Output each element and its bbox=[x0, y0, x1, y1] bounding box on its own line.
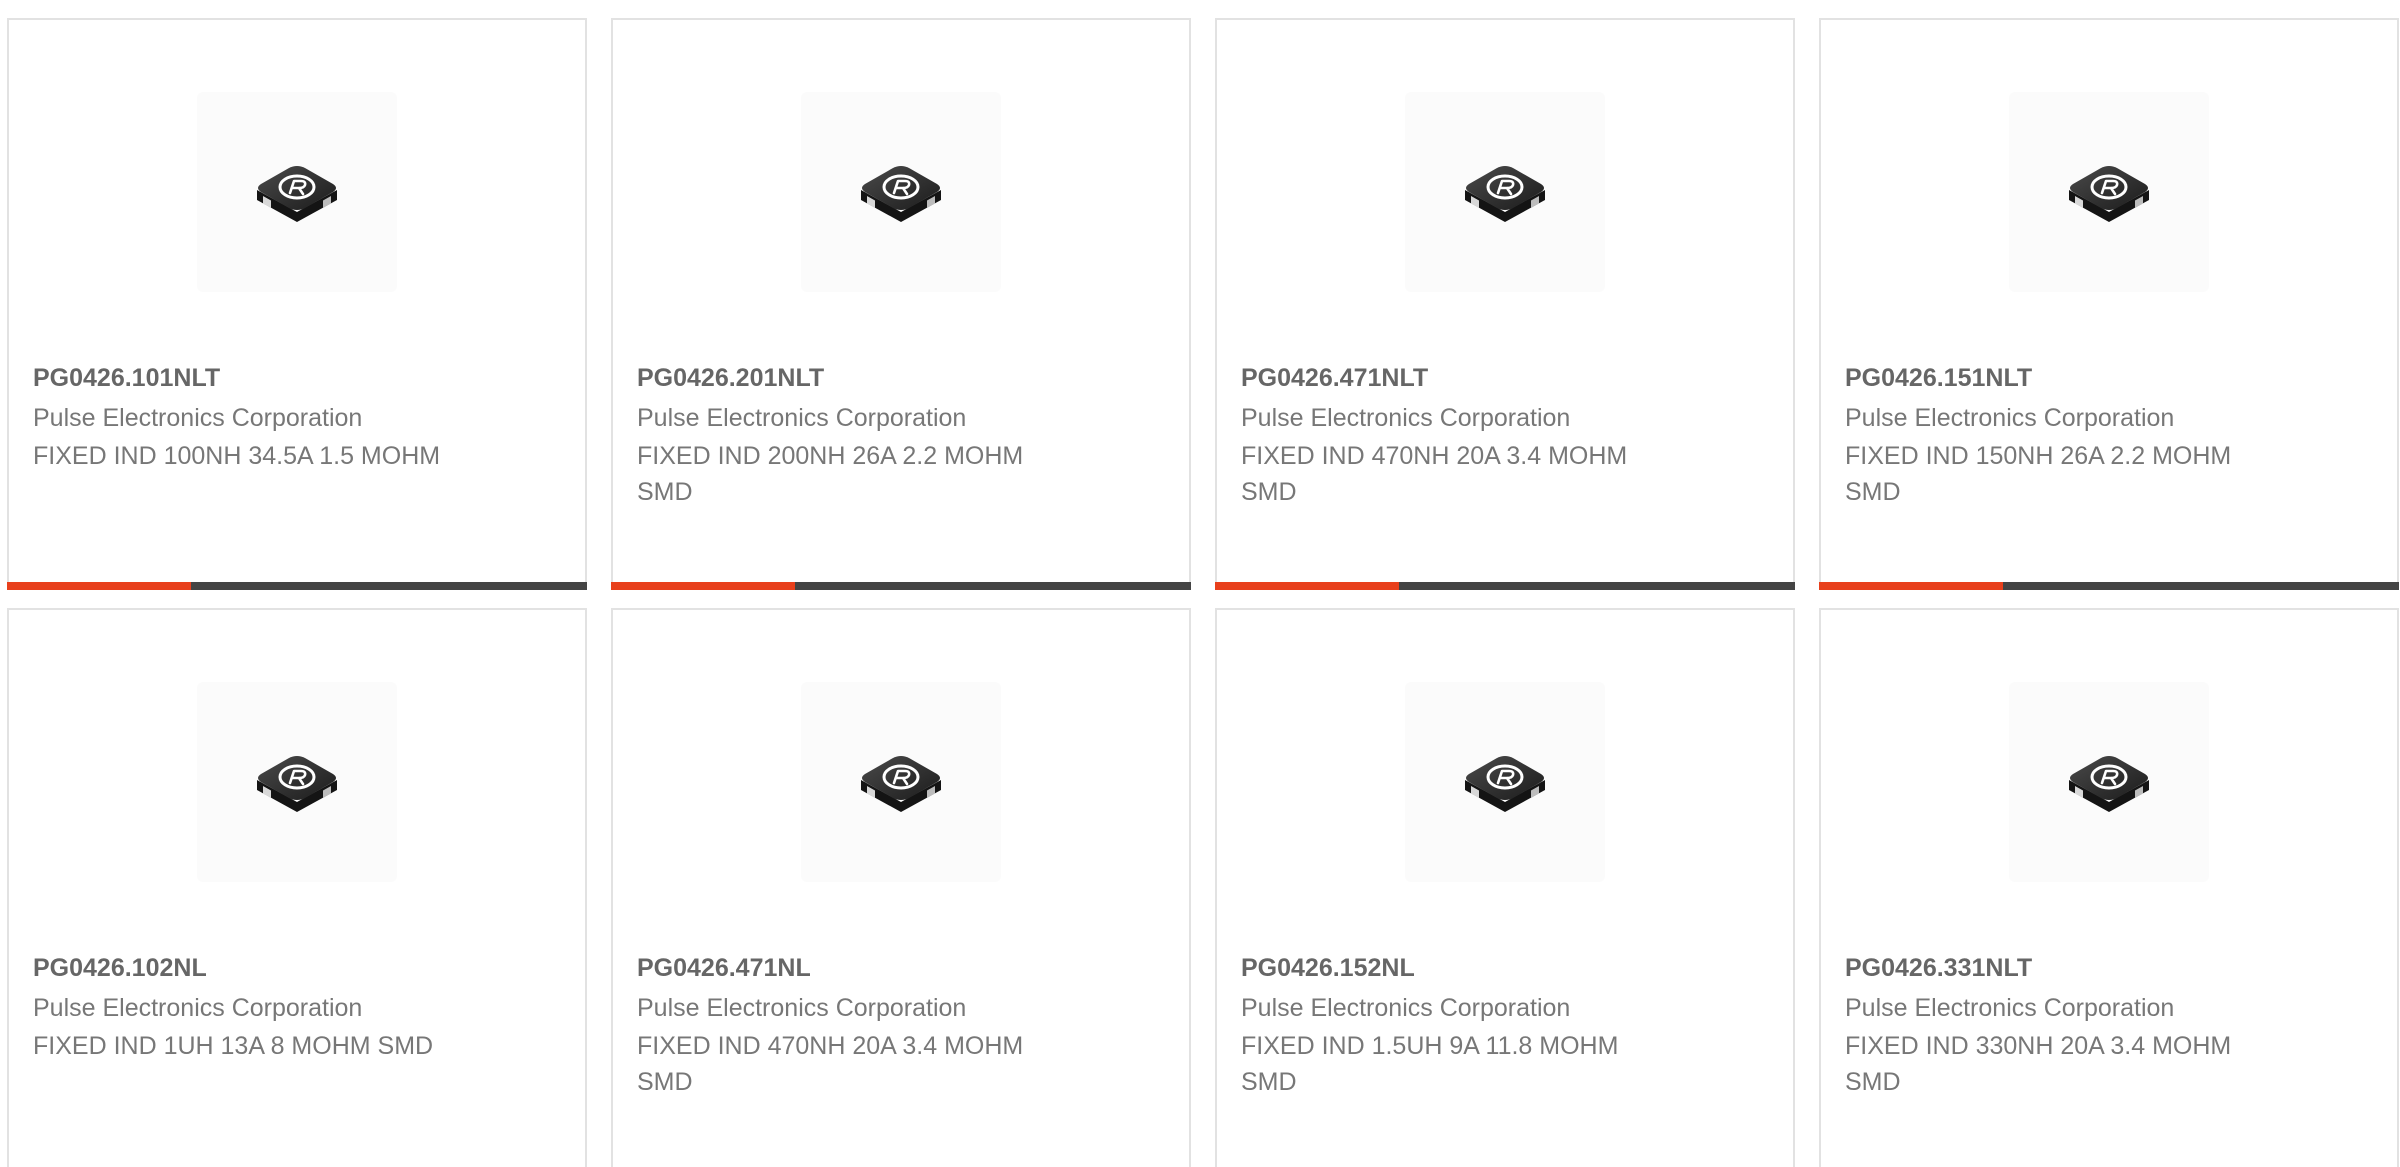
product-description: FIXED IND 1UH 13A 8 MOHM SMD bbox=[33, 1032, 434, 1060]
card-bottom-bar bbox=[1819, 582, 2399, 590]
product-description: FIXED IND 200NH 26A 2.2 MOHM SMD bbox=[637, 442, 1024, 506]
card-accent-bar bbox=[611, 582, 795, 590]
manufacturer-name: Pulse Electronics Corporation bbox=[1845, 404, 2175, 432]
part-number-link[interactable]: PG0426.152NL bbox=[1241, 952, 1415, 984]
inductor-image-icon bbox=[859, 164, 943, 224]
manufacturer-name: Pulse Electronics Corporation bbox=[33, 404, 363, 432]
product-image[interactable] bbox=[1405, 682, 1605, 882]
card-bottom-bar bbox=[611, 582, 1191, 590]
inductor-image-icon bbox=[1463, 164, 1547, 224]
product-image[interactable] bbox=[197, 92, 397, 292]
inductor-image-icon bbox=[255, 754, 339, 814]
product-card[interactable]: PG0426.152NL Pulse Electronics Corporati… bbox=[1215, 608, 1795, 1167]
inductor-image-icon bbox=[2067, 754, 2151, 814]
product-grid: PG0426.101NLT Pulse Electronics Corporat… bbox=[0, 0, 2400, 1167]
inductor-image-icon bbox=[2067, 164, 2151, 224]
product-image[interactable] bbox=[2009, 682, 2209, 882]
card-bottom-bar bbox=[1215, 582, 1795, 590]
manufacturer-name: Pulse Electronics Corporation bbox=[637, 994, 967, 1022]
product-image[interactable] bbox=[197, 682, 397, 882]
part-number-link[interactable]: PG0426.331NLT bbox=[1845, 952, 2032, 984]
product-image[interactable] bbox=[1405, 92, 1605, 292]
manufacturer-name: Pulse Electronics Corporation bbox=[1241, 994, 1571, 1022]
product-description: FIXED IND 1.5UH 9A 11.8 MOHM SMD bbox=[1241, 1032, 1619, 1096]
part-number-link[interactable]: PG0426.471NL bbox=[637, 952, 811, 984]
inductor-image-icon bbox=[859, 754, 943, 814]
manufacturer-name: Pulse Electronics Corporation bbox=[1845, 994, 2175, 1022]
product-card[interactable]: PG0426.471NLT Pulse Electronics Corporat… bbox=[1215, 18, 1795, 590]
product-card[interactable]: PG0426.101NLT Pulse Electronics Corporat… bbox=[7, 18, 587, 590]
inductor-image-icon bbox=[1463, 754, 1547, 814]
part-number-link[interactable]: PG0426.151NLT bbox=[1845, 362, 2032, 394]
card-accent-bar bbox=[1215, 582, 1399, 590]
product-card[interactable]: PG0426.471NL Pulse Electronics Corporati… bbox=[611, 608, 1191, 1167]
product-description: FIXED IND 470NH 20A 3.4 MOHM SMD bbox=[1241, 442, 1628, 506]
card-bottom-bar bbox=[7, 582, 587, 590]
manufacturer-name: Pulse Electronics Corporation bbox=[637, 404, 967, 432]
part-number-link[interactable]: PG0426.201NLT bbox=[637, 362, 824, 394]
product-description: FIXED IND 100NH 34.5A 1.5 MOHM bbox=[33, 442, 441, 470]
product-card[interactable]: PG0426.331NLT Pulse Electronics Corporat… bbox=[1819, 608, 2399, 1167]
part-number-link[interactable]: PG0426.471NLT bbox=[1241, 362, 1428, 394]
part-number-link[interactable]: PG0426.102NL bbox=[33, 952, 207, 984]
product-card[interactable]: PG0426.201NLT Pulse Electronics Corporat… bbox=[611, 18, 1191, 590]
product-description: FIXED IND 150NH 26A 2.2 MOHM SMD bbox=[1845, 442, 2232, 506]
inductor-image-icon bbox=[255, 164, 339, 224]
part-number-link[interactable]: PG0426.101NLT bbox=[33, 362, 220, 394]
product-description: FIXED IND 470NH 20A 3.4 MOHM SMD bbox=[637, 1032, 1024, 1096]
product-image[interactable] bbox=[801, 682, 1001, 882]
card-accent-bar bbox=[7, 582, 191, 590]
product-card[interactable]: PG0426.151NLT Pulse Electronics Corporat… bbox=[1819, 18, 2399, 590]
card-accent-bar bbox=[1819, 582, 2003, 590]
product-image[interactable] bbox=[801, 92, 1001, 292]
manufacturer-name: Pulse Electronics Corporation bbox=[1241, 404, 1571, 432]
manufacturer-name: Pulse Electronics Corporation bbox=[33, 994, 363, 1022]
product-card[interactable]: PG0426.102NL Pulse Electronics Corporati… bbox=[7, 608, 587, 1167]
product-description: FIXED IND 330NH 20A 3.4 MOHM SMD bbox=[1845, 1032, 2232, 1096]
product-image[interactable] bbox=[2009, 92, 2209, 292]
